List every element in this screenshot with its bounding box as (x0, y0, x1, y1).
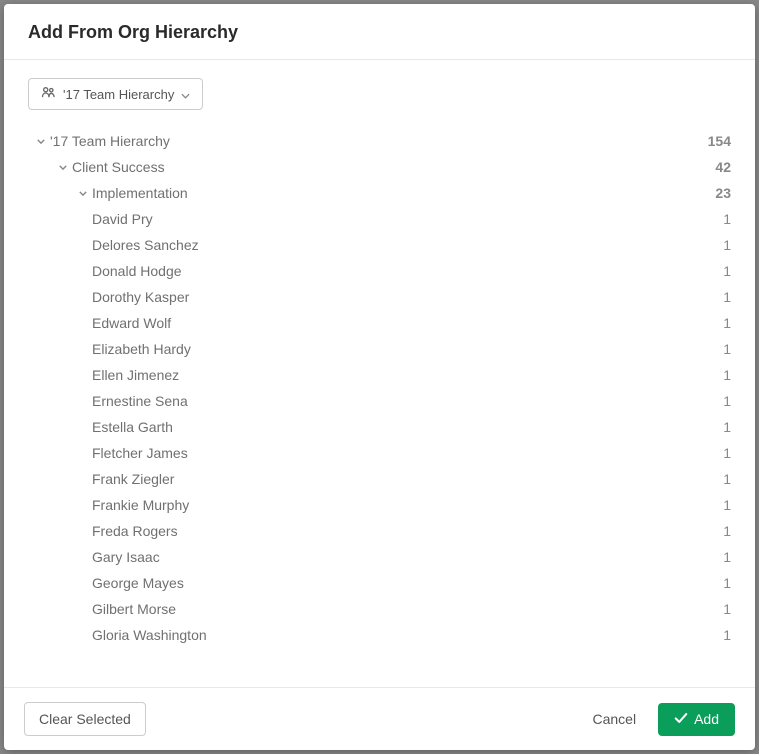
tree-node-label: Ellen Jimenez (92, 367, 179, 383)
tree-node-label: George Mayes (92, 575, 184, 591)
tree-node-label: David Pry (92, 211, 153, 227)
tree-node-person[interactable]: David Pry 1 (28, 206, 731, 232)
hierarchy-selector-label: '17 Team Hierarchy (63, 87, 174, 102)
tree-node-label: Edward Wolf (92, 315, 171, 331)
tree-node-count: 1 (723, 471, 731, 487)
tree-node-person[interactable]: Frankie Murphy 1 (28, 492, 731, 518)
hierarchy-selector-dropdown[interactable]: '17 Team Hierarchy (28, 78, 203, 110)
tree-node-person[interactable]: Gloria Washington 1 (28, 622, 731, 648)
tree-node-person[interactable]: Donald Hodge 1 (28, 258, 731, 284)
tree-node-count: 1 (723, 237, 731, 253)
modal-header: Add From Org Hierarchy (4, 4, 755, 60)
tree-node-person[interactable]: Ernestine Sena 1 (28, 388, 731, 414)
modal-footer: Clear Selected Cancel Add (4, 687, 755, 750)
chevron-down-icon (58, 165, 68, 170)
tree-node-label: Ernestine Sena (92, 393, 188, 409)
tree-node-person[interactable]: Gary Isaac 1 (28, 544, 731, 570)
tree-node-person[interactable]: George Mayes 1 (28, 570, 731, 596)
tree-node-count: 1 (723, 393, 731, 409)
tree-node-label: Gary Isaac (92, 549, 160, 565)
tree-node-person[interactable]: Elizabeth Hardy 1 (28, 336, 731, 362)
tree-node-label: Freda Rogers (92, 523, 178, 539)
tree-node-count: 1 (723, 523, 731, 539)
tree-node-label: Elizabeth Hardy (92, 341, 191, 357)
tree-node-person[interactable]: Edward Wolf 1 (28, 310, 731, 336)
tree-node-implementation[interactable]: Implementation 23 (28, 180, 731, 206)
add-button[interactable]: Add (658, 703, 735, 736)
tree-node-label: Client Success (72, 159, 165, 175)
tree-node-count: 1 (723, 549, 731, 565)
tree-node-label: Delores Sanchez (92, 237, 199, 253)
check-icon (674, 711, 688, 728)
tree-node-count: 1 (723, 367, 731, 383)
tree-node-count: 23 (715, 185, 731, 201)
tree-node-count: 1 (723, 341, 731, 357)
tree-node-person[interactable]: Ellen Jimenez 1 (28, 362, 731, 388)
add-button-label: Add (694, 711, 719, 727)
tree-node-count: 1 (723, 289, 731, 305)
tree-node-count: 154 (708, 133, 731, 149)
tree-node-person[interactable]: Gilbert Morse 1 (28, 596, 731, 622)
cancel-button[interactable]: Cancel (588, 703, 640, 735)
tree-node-count: 1 (723, 263, 731, 279)
tree-node-label: Fletcher James (92, 445, 188, 461)
chevron-down-icon (181, 87, 190, 102)
tree-node-count: 1 (723, 315, 731, 331)
org-hierarchy-modal: Add From Org Hierarchy '17 Team Hierarch… (4, 4, 755, 750)
tree-node-label: '17 Team Hierarchy (50, 133, 170, 149)
tree-node-person[interactable]: Frank Ziegler 1 (28, 466, 731, 492)
tree-node-person[interactable]: Fletcher James 1 (28, 440, 731, 466)
tree-node-count: 1 (723, 575, 731, 591)
tree-node-label: Frankie Murphy (92, 497, 189, 513)
modal-title: Add From Org Hierarchy (28, 22, 731, 43)
tree-node-count: 1 (723, 497, 731, 513)
tree-node-label: Gilbert Morse (92, 601, 176, 617)
tree-node-label: Estella Garth (92, 419, 173, 435)
chevron-down-icon (36, 139, 46, 144)
tree-node-person[interactable]: Delores Sanchez 1 (28, 232, 731, 258)
tree-node-person[interactable]: Estella Garth 1 (28, 414, 731, 440)
tree-node-count: 1 (723, 627, 731, 643)
modal-body: '17 Team Hierarchy '17 Team Hierarchy 15… (4, 60, 755, 687)
tree-node-client-success[interactable]: Client Success 42 (28, 154, 731, 180)
tree-node-count: 1 (723, 211, 731, 227)
tree-node-label: Implementation (92, 185, 188, 201)
tree-node-label: Frank Ziegler (92, 471, 174, 487)
chevron-down-icon (78, 191, 88, 196)
tree-node-count: 1 (723, 445, 731, 461)
clear-selected-button[interactable]: Clear Selected (24, 702, 146, 736)
tree-node-person[interactable]: Freda Rogers 1 (28, 518, 731, 544)
tree-node-person[interactable]: Dorothy Kasper 1 (28, 284, 731, 310)
tree-node-count: 1 (723, 419, 731, 435)
tree-node-count: 42 (715, 159, 731, 175)
people-icon (41, 86, 56, 102)
tree-node-count: 1 (723, 601, 731, 617)
tree-node-label: Dorothy Kasper (92, 289, 189, 305)
org-tree: '17 Team Hierarchy 154 Client Success 42 (28, 128, 731, 648)
tree-node-label: Gloria Washington (92, 627, 207, 643)
tree-node-label: Donald Hodge (92, 263, 182, 279)
tree-node-root[interactable]: '17 Team Hierarchy 154 (28, 128, 731, 154)
